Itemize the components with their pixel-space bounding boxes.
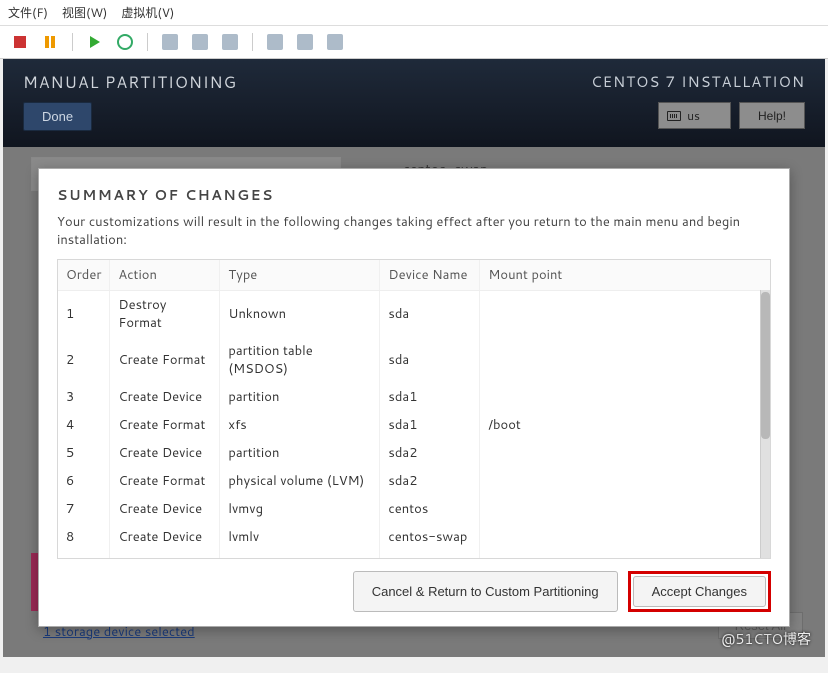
cell-order: 3 bbox=[58, 383, 110, 411]
cell-type: xfs bbox=[220, 411, 380, 439]
col-header-order[interactable]: Order bbox=[58, 260, 110, 291]
watermark: @51CTO博客 bbox=[721, 629, 811, 649]
cell-device: sda bbox=[380, 291, 480, 338]
menu-machine[interactable]: 虚拟机(V) bbox=[121, 4, 174, 21]
done-button[interactable]: Done bbox=[23, 102, 92, 131]
stop-icon[interactable] bbox=[10, 32, 30, 52]
summary-of-changes-dialog: SUMMARY OF CHANGES Your customizations w… bbox=[38, 168, 790, 627]
cell-action: Create Format bbox=[110, 467, 220, 495]
cancel-button[interactable]: Cancel & Return to Custom Partitioning bbox=[353, 571, 618, 612]
cell-device: centos-swap bbox=[380, 523, 480, 551]
cell-device: sda2 bbox=[380, 467, 480, 495]
cell-device: sda2 bbox=[380, 439, 480, 467]
keyboard-layout-selector[interactable]: us bbox=[658, 102, 731, 129]
cell-action: Create Device bbox=[110, 495, 220, 523]
cell-order: 4 bbox=[58, 411, 110, 439]
product-title: CENTOS 7 INSTALLATION bbox=[591, 71, 805, 92]
menu-file[interactable]: 文件(F) bbox=[8, 4, 48, 21]
cell-type: swap bbox=[220, 551, 380, 559]
col-header-device[interactable]: Device Name bbox=[380, 260, 480, 291]
table-row[interactable]: 2Create Formatpartition table (MSDOS)sda bbox=[58, 337, 770, 383]
cell-device: sda1 bbox=[380, 411, 480, 439]
menu-view[interactable]: 视图(W) bbox=[62, 4, 107, 21]
col-header-type[interactable]: Type bbox=[220, 260, 380, 291]
accept-highlight: Accept Changes bbox=[628, 571, 771, 612]
cell-mount bbox=[480, 439, 770, 467]
cell-type: partition bbox=[220, 439, 380, 467]
cell-mount bbox=[480, 551, 770, 559]
separator bbox=[147, 33, 148, 51]
cell-action: Create Device bbox=[110, 439, 220, 467]
cell-mount bbox=[480, 467, 770, 495]
cell-order: 6 bbox=[58, 467, 110, 495]
cell-mount bbox=[480, 523, 770, 551]
snapshot-icon[interactable] bbox=[160, 32, 180, 52]
cell-order: 5 bbox=[58, 439, 110, 467]
col-header-mount[interactable]: Mount point bbox=[480, 260, 770, 291]
cell-type: partition bbox=[220, 383, 380, 411]
cell-action: Create Device bbox=[110, 523, 220, 551]
cell-device: sda bbox=[380, 337, 480, 383]
cell-device: sda1 bbox=[380, 383, 480, 411]
cell-mount: /boot bbox=[480, 411, 770, 439]
cell-type: lvmvg bbox=[220, 495, 380, 523]
cell-type: physical volume (LVM) bbox=[220, 467, 380, 495]
refresh-icon[interactable] bbox=[115, 32, 135, 52]
dialog-description: Your customizations will result in the f… bbox=[57, 213, 771, 249]
play-icon[interactable] bbox=[85, 32, 105, 52]
cell-action: Create Format bbox=[110, 337, 220, 383]
cell-type: lvmlv bbox=[220, 523, 380, 551]
accept-changes-button[interactable]: Accept Changes bbox=[633, 576, 766, 607]
cell-order: 1 bbox=[58, 291, 110, 338]
cell-action: Create Format bbox=[110, 551, 220, 559]
cell-action: Create Device bbox=[110, 383, 220, 411]
cell-type: Unknown bbox=[220, 291, 380, 338]
cell-type: partition table (MSDOS) bbox=[220, 337, 380, 383]
table-row[interactable]: 9Create Formatswapcentos-swap bbox=[58, 551, 770, 559]
tool-icon[interactable] bbox=[325, 32, 345, 52]
cell-mount bbox=[480, 337, 770, 383]
tool-icon[interactable] bbox=[220, 32, 240, 52]
tool-icon[interactable] bbox=[265, 32, 285, 52]
cell-action: Destroy Format bbox=[110, 291, 220, 338]
changes-table-container: Order Action Type Device Name Mount poin… bbox=[57, 259, 771, 559]
tool-icon[interactable] bbox=[190, 32, 210, 52]
table-scrollbar[interactable] bbox=[760, 290, 770, 558]
separator bbox=[252, 33, 253, 51]
separator bbox=[72, 33, 73, 51]
cell-order: 7 bbox=[58, 495, 110, 523]
pause-icon[interactable] bbox=[40, 32, 60, 52]
cell-order: 8 bbox=[58, 523, 110, 551]
vm-menubar: 文件(F) 视图(W) 虚拟机(V) bbox=[0, 0, 828, 26]
cell-order: 2 bbox=[58, 337, 110, 383]
table-row[interactable]: 6Create Formatphysical volume (LVM)sda2 bbox=[58, 467, 770, 495]
cell-device: centos bbox=[380, 495, 480, 523]
vm-toolbar bbox=[0, 26, 828, 59]
cell-mount bbox=[480, 495, 770, 523]
tool-icon[interactable] bbox=[295, 32, 315, 52]
keyboard-layout-label: us bbox=[687, 107, 700, 124]
installer-header: MANUAL PARTITIONING Done CENTOS 7 INSTAL… bbox=[3, 59, 825, 147]
table-row[interactable]: 8Create Devicelvmlvcentos-swap bbox=[58, 523, 770, 551]
page-title: MANUAL PARTITIONING bbox=[23, 71, 237, 94]
table-row[interactable]: 7Create Devicelvmvgcentos bbox=[58, 495, 770, 523]
changes-table: Order Action Type Device Name Mount poin… bbox=[58, 260, 770, 559]
col-header-action[interactable]: Action bbox=[110, 260, 220, 291]
help-button[interactable]: Help! bbox=[739, 102, 805, 129]
table-row[interactable]: 5Create Devicepartitionsda2 bbox=[58, 439, 770, 467]
cell-order: 9 bbox=[58, 551, 110, 559]
cell-mount bbox=[480, 291, 770, 338]
table-row[interactable]: 3Create Devicepartitionsda1 bbox=[58, 383, 770, 411]
cell-mount bbox=[480, 383, 770, 411]
cell-device: centos-swap bbox=[380, 551, 480, 559]
cell-action: Create Format bbox=[110, 411, 220, 439]
table-row[interactable]: 4Create Formatxfssda1/boot bbox=[58, 411, 770, 439]
table-row[interactable]: 1Destroy FormatUnknownsda bbox=[58, 291, 770, 338]
dialog-title: SUMMARY OF CHANGES bbox=[57, 185, 771, 205]
keyboard-icon bbox=[667, 111, 681, 121]
